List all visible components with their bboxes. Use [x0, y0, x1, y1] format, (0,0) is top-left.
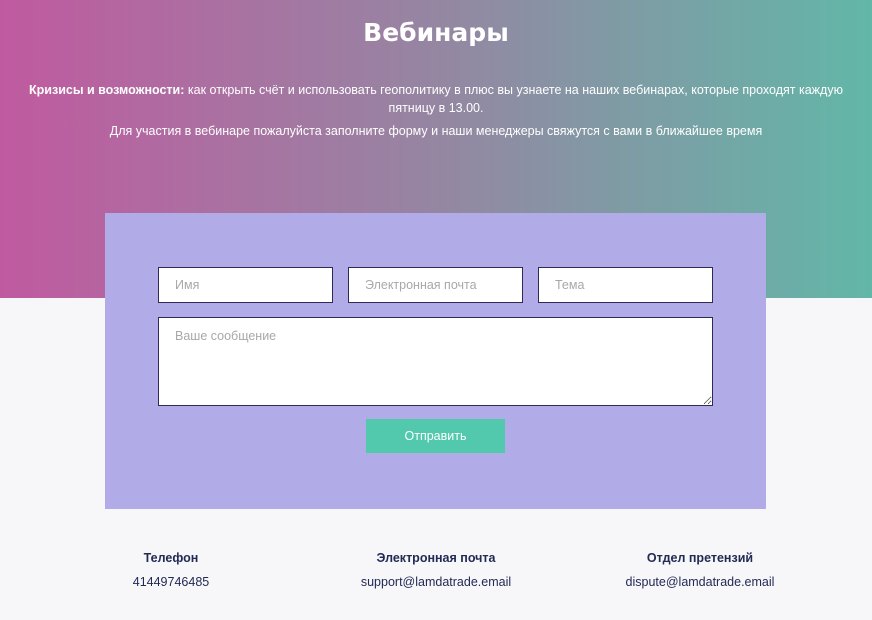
subject-input[interactable]	[538, 267, 713, 303]
contact-claims-label: Отдел претензий	[646, 551, 754, 565]
submit-button[interactable]: Отправить	[366, 419, 505, 453]
contact-phone-label: Телефон	[143, 551, 199, 565]
hero-lead-bold: Кризисы и возможности:	[29, 83, 185, 97]
contact-email-value: support@lamdatrade.email	[360, 575, 512, 589]
email-input[interactable]	[348, 267, 523, 303]
message-textarea[interactable]	[158, 317, 713, 406]
hero-lead: Кризисы и возможности: как открыть счёт …	[12, 81, 860, 117]
webinar-form: Отправить	[105, 213, 766, 509]
name-input[interactable]	[158, 267, 333, 303]
hero-note: Для участия в вебинаре пожалуйста заполн…	[109, 124, 763, 138]
hero-lead-text: как открыть счёт и использовать геополит…	[184, 83, 843, 115]
contact-claims-value: dispute@lamdatrade.email	[625, 575, 775, 589]
contact-claims: Отдел претензий dispute@lamdatrade.email	[606, 549, 794, 591]
contact-email-label: Электронная почта	[376, 551, 496, 565]
page-title: Вебинары	[363, 18, 509, 47]
contact-phone-value: 41449746485	[132, 575, 210, 589]
contact-email: Электронная почта support@lamdatrade.ema…	[340, 549, 532, 591]
contact-phone: Телефон 41449746485	[110, 549, 232, 591]
